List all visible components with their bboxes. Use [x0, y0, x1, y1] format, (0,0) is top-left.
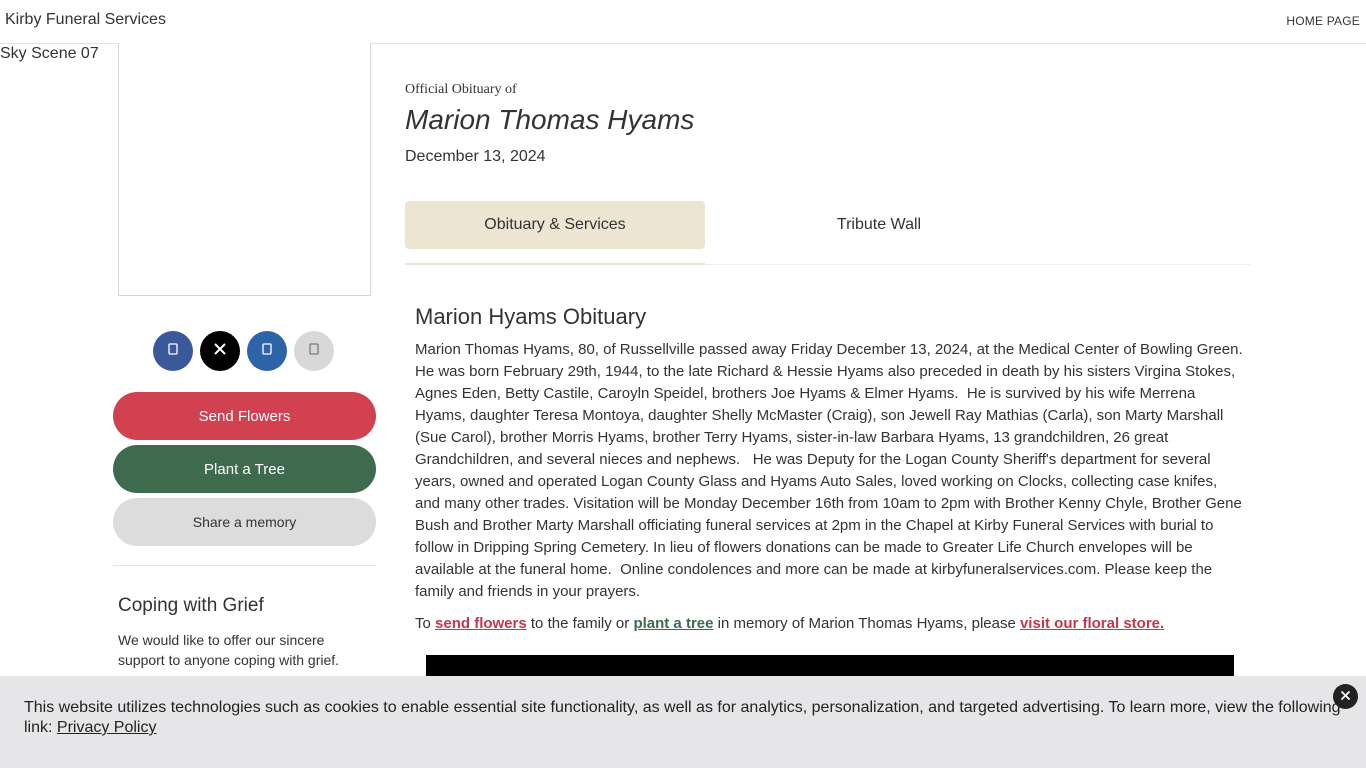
floral-cta-line: To send flowers to the family or plant a… [415, 613, 1245, 635]
cookie-message: This website utilizes technologies such … [24, 699, 1341, 736]
send-flowers-button[interactable]: Send Flowers [113, 392, 376, 440]
sidebar-divider [113, 565, 376, 566]
tab-tribute-wall[interactable]: Tribute Wall [729, 201, 1029, 249]
close-icon [1340, 688, 1351, 706]
cta-middle-2: in memory of Marion Thomas Hyams, please [713, 615, 1020, 632]
x-share-button[interactable] [200, 331, 240, 371]
tabs-divider [705, 264, 1250, 265]
tab-obituary-services[interactable]: Obituary & Services [405, 201, 705, 249]
share-social-row [153, 331, 334, 371]
deceased-name: Marion Thomas Hyams [405, 104, 695, 135]
linkedin-icon [260, 342, 274, 361]
privacy-policy-link[interactable]: Privacy Policy [57, 719, 157, 736]
official-obituary-label: Official Obituary of [405, 82, 517, 97]
obituary-photo-frame [118, 43, 371, 296]
x-icon [213, 342, 227, 361]
coping-grief-text: We would like to offer our sincere suppo… [118, 632, 340, 668]
obituary-body-text: Marion Thomas Hyams, 80, of Russellville… [415, 341, 1256, 600]
sky-scene-label: Sky Scene 07 [0, 45, 99, 62]
cookie-close-button[interactable] [1333, 684, 1358, 709]
obituary-heading: Marion Hyams Obituary [415, 304, 647, 329]
cookie-notice-text: This website utilizes technologies such … [24, 698, 1344, 738]
floral-store-link[interactable]: visit our floral store. [1020, 615, 1164, 632]
death-date: December 13, 2024 [405, 148, 546, 165]
facebook-share-button[interactable] [153, 331, 193, 371]
cta-prefix: To [415, 615, 436, 632]
send-flowers-link[interactable]: send flowers [435, 615, 527, 632]
facebook-icon [166, 342, 180, 361]
email-share-button[interactable] [294, 331, 334, 371]
plant-tree-button[interactable]: Plant a Tree [113, 445, 376, 493]
cookie-consent-banner: This website utilizes technologies such … [0, 676, 1366, 768]
home-page-link[interactable]: HOME PAGE [1286, 14, 1360, 28]
plant-tree-link[interactable]: plant a tree [633, 615, 713, 632]
coping-grief-title: Coping with Grief [118, 595, 264, 616]
active-tab-indicator [405, 263, 705, 265]
linkedin-share-button[interactable] [247, 331, 287, 371]
site-brand[interactable]: Kirby Funeral Services [5, 11, 166, 29]
share-memory-button[interactable]: Share a memory [113, 498, 376, 546]
email-icon [307, 342, 321, 361]
top-navigation-bar: Kirby Funeral Services HOME PAGE [0, 0, 1366, 44]
cta-middle-1: to the family or [526, 615, 634, 632]
